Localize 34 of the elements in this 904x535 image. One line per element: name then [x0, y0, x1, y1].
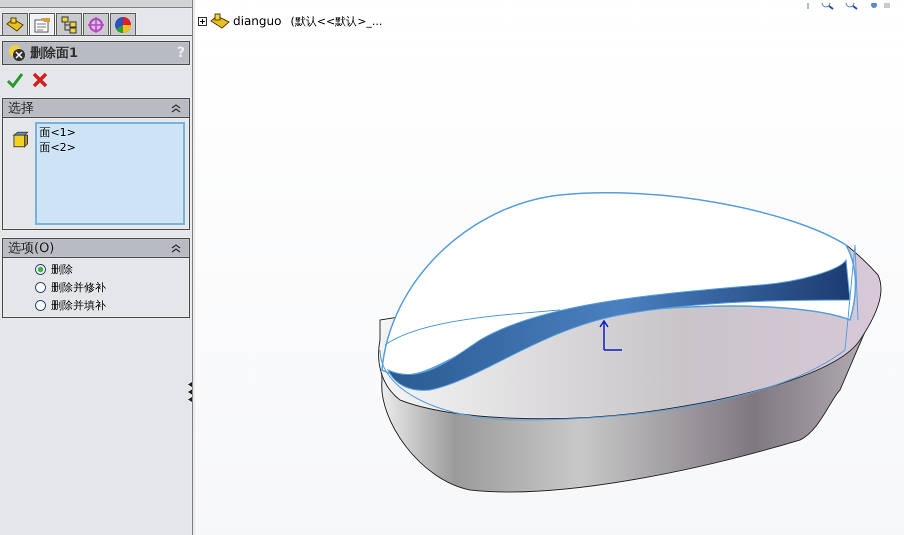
part-configuration: (默认<<默认>_...	[290, 14, 382, 28]
panel-tab[interactable]	[2, 13, 28, 35]
color-ball-icon	[113, 16, 133, 34]
section-header[interactable]: 选择	[3, 99, 189, 118]
selection-list[interactable]: 面<1> 面<2>	[35, 122, 185, 225]
section-title: 选项(O)	[8, 240, 54, 257]
part-icon	[210, 13, 230, 29]
part-name[interactable]: dianguo	[233, 14, 282, 28]
radio-button[interactable]	[35, 264, 46, 275]
collapse-icon[interactable]	[171, 243, 181, 253]
cancel-x-icon[interactable]	[32, 72, 48, 88]
crosshair-icon	[86, 16, 106, 34]
property-icon	[32, 16, 52, 34]
section-title: 选择	[8, 100, 34, 117]
panel-tab[interactable]	[56, 13, 82, 35]
section-header[interactable]: 选项(O)	[3, 239, 189, 258]
collapse-icon[interactable]	[171, 103, 181, 113]
option-label: 删除并填补	[51, 298, 106, 313]
delete-face-icon	[7, 44, 27, 62]
ok-check-icon[interactable]	[6, 72, 24, 88]
panel-tab[interactable]	[29, 13, 55, 35]
selection-item[interactable]: 面<1>	[38, 125, 182, 140]
selection-item[interactable]: 面<2>	[38, 140, 182, 155]
option-label: 删除	[51, 262, 73, 277]
expand-icon[interactable]	[198, 16, 207, 26]
option-label: 删除并修补	[51, 280, 106, 295]
collapse-arrows-icon[interactable]	[187, 380, 193, 404]
radio-button[interactable]	[35, 300, 46, 311]
face-cube-icon	[12, 130, 30, 148]
feature-title: 删除面1	[30, 45, 80, 62]
radio-button[interactable]	[35, 282, 46, 293]
panel-tab[interactable]	[110, 13, 136, 35]
tree-icon	[59, 16, 79, 34]
part-icon	[5, 16, 25, 34]
